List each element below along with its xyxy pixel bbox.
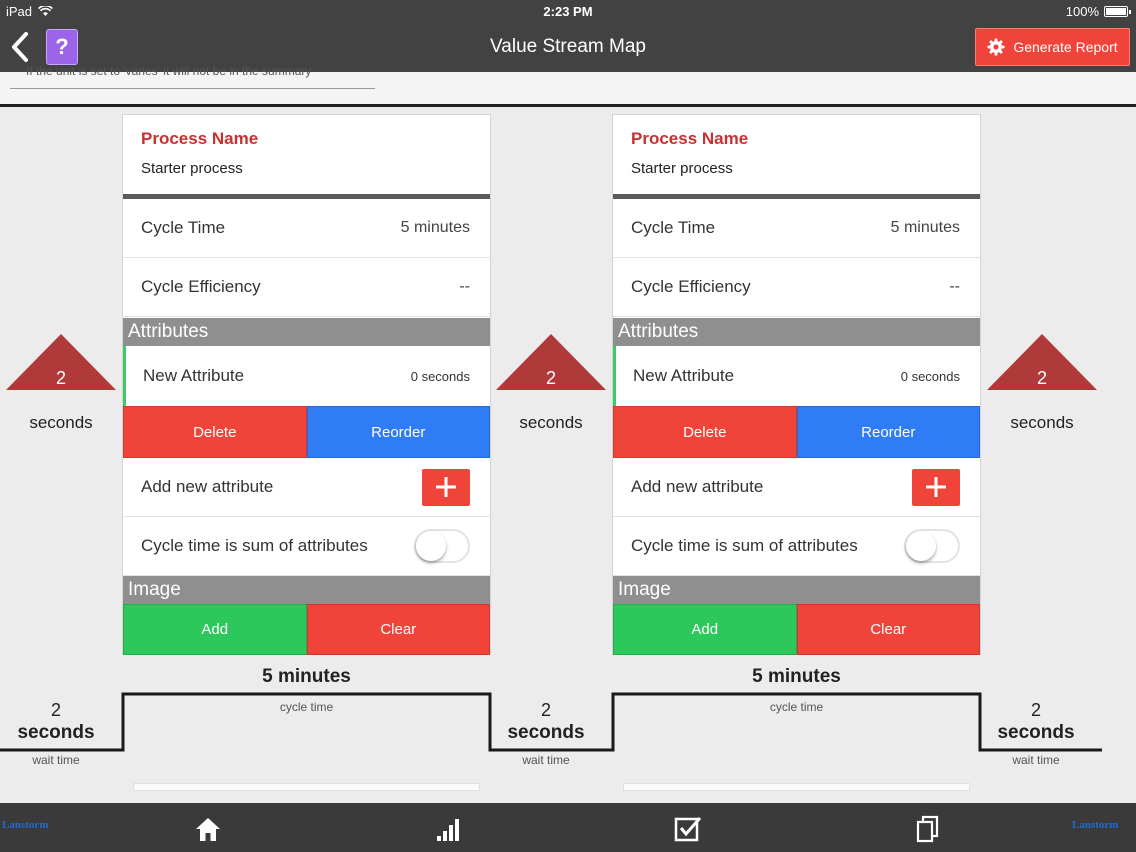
cycle-efficiency-row[interactable]: Cycle Efficiency -- [123,258,490,317]
page-title: Value Stream Map [490,36,646,57]
note-divider [10,88,375,89]
clear-image-button[interactable]: Clear [796,604,980,655]
wait-time-unit: seconds [507,722,585,743]
process-card: Process Name Starter process Cycle Time … [122,114,491,655]
tab-bar: Lanstorm Lanstorm [0,803,1136,852]
wait-time-value: 2 [540,700,551,720]
tab-documents[interactable] [913,814,943,844]
cycle-time-value: 5 minutes [400,219,470,236]
reorder-button[interactable]: Reorder [796,406,980,458]
wait-time-label: wait time [522,753,570,767]
cycle-time-value: 5 minutes [890,219,960,236]
image-actions: Add Clear [123,604,490,655]
wait-time-label: wait time [1012,753,1060,767]
attributes-header: Attributes [613,318,980,346]
process-name-field[interactable]: Process Name Starter process [613,115,980,194]
sum-toggle-row: Cycle time is sum of attributes [123,517,490,576]
cycle-time-label: Cycle Time [141,218,226,237]
plus-icon [436,477,456,497]
wait-time-label: wait time [32,753,80,767]
battery-percent: 100% [1065,4,1099,19]
brand-logo: Lanstorm [1072,819,1119,831]
clear-image-button[interactable]: Clear [306,604,490,655]
delete-button[interactable]: Delete [613,406,797,458]
delete-button[interactable]: Delete [123,406,307,458]
cycle-efficiency-row[interactable]: Cycle Efficiency -- [613,258,980,317]
cycle-efficiency-value: -- [459,278,470,295]
section-divider [0,104,1136,107]
add-image-button[interactable]: Add [123,604,307,655]
add-image-button[interactable]: Add [613,604,797,655]
reorder-button[interactable]: Reorder [306,406,490,458]
plus-icon [926,477,946,497]
image-header: Image [613,576,980,604]
cycle-efficiency-label: Cycle Efficiency [141,277,261,296]
attribute-row[interactable]: New Attribute 0 seconds [613,346,980,406]
cycle-time-row[interactable]: Cycle Time 5 minutes [123,199,490,258]
add-attribute-button[interactable] [422,468,470,506]
status-bar: iPad 2:23 PM 100% [0,0,1136,22]
clock: 2:23 PM [543,4,593,19]
add-attribute-row: Add new attribute [123,458,490,517]
gear-icon [987,38,1005,56]
inventory-value: 2 [1036,368,1047,388]
inventory-unit: seconds [29,413,93,432]
process-name-label: Process Name [631,129,749,148]
process-name-field[interactable]: Process Name Starter process [123,115,490,194]
attribute-value: 0 seconds [410,368,470,384]
generate-report-button[interactable]: Generate Report [975,28,1130,66]
inventory-value: 2 [55,368,66,388]
next-section-hint [623,783,970,791]
sum-toggle-label: Cycle time is sum of attributes [141,536,368,555]
tab-home[interactable] [193,814,223,844]
process-name-value: Starter process [141,160,243,177]
image-actions: Add Clear [613,604,980,655]
add-attribute-label: Add new attribute [631,477,764,496]
image-header: Image [123,576,490,604]
attribute-value: 0 seconds [900,368,960,384]
wait-time-unit: seconds [17,722,95,743]
add-attribute-row: Add new attribute [613,458,980,517]
process-name-label: Process Name [141,129,259,148]
documents-icon [916,815,939,843]
process-card: Process Name Starter process Cycle Time … [612,114,981,655]
sum-toggle[interactable] [414,529,470,563]
attribute-name: New Attribute [633,366,735,385]
checkbox-icon [674,817,702,842]
wait-time-value: 2 [50,700,61,720]
battery-icon [1104,6,1131,17]
cycle-time-label: Cycle Time [631,218,716,237]
bar-chart-icon [437,819,459,841]
inventory-unit: seconds [519,413,583,432]
cycle-time-summary: 5 minutes [262,666,351,687]
summary-note: If the unit is set to 'varies' it will n… [26,64,312,78]
process-name-value: Starter process [631,160,733,177]
cycle-time-row[interactable]: Cycle Time 5 minutes [613,199,980,258]
inventory-value: 2 [545,368,556,388]
add-attribute-button[interactable] [912,468,960,506]
next-section-hint [133,783,480,791]
attributes-header: Attributes [123,318,490,346]
sum-toggle-label: Cycle time is sum of attributes [631,536,858,555]
tab-checklist[interactable] [673,814,703,844]
tab-statistics[interactable] [433,814,463,844]
home-icon [196,818,220,841]
brand-logo: Lanstorm [2,819,49,831]
cycle-time-summary: 5 minutes [752,666,841,687]
note-strip: If the unit is set to 'varies' it will n… [0,64,1136,106]
add-attribute-label: Add new attribute [141,477,274,496]
wait-time-unit: seconds [997,722,1075,743]
attribute-name: New Attribute [143,366,245,385]
cycle-efficiency-value: -- [949,278,960,295]
attribute-actions: Delete Reorder [613,406,980,458]
sum-toggle[interactable] [904,529,960,563]
cycle-efficiency-label: Cycle Efficiency [631,277,751,296]
attribute-actions: Delete Reorder [123,406,490,458]
generate-report-label: Generate Report [1013,39,1118,55]
sum-toggle-row: Cycle time is sum of attributes [613,517,980,576]
inventory-unit: seconds [1010,413,1074,432]
attribute-row[interactable]: New Attribute 0 seconds [123,346,490,406]
wait-time-value: 2 [1030,700,1041,720]
